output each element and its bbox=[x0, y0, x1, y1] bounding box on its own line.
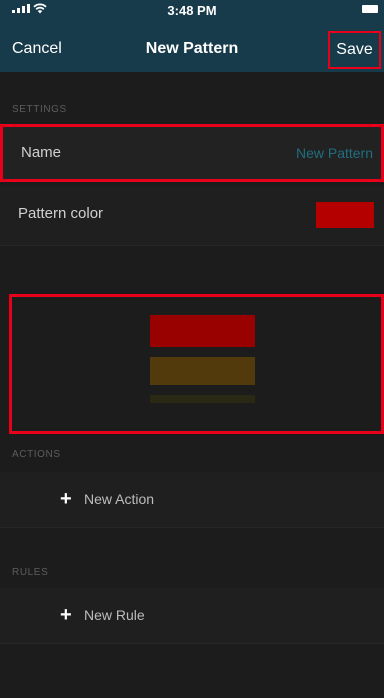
new-action-button[interactable]: + New Action bbox=[0, 472, 384, 528]
plus-icon: + bbox=[60, 488, 72, 510]
pattern-color-label: Pattern color bbox=[18, 205, 104, 222]
new-rule-label: New Rule bbox=[84, 607, 145, 623]
preview-bar-green bbox=[150, 395, 255, 403]
name-row[interactable]: Name New Pattern bbox=[0, 124, 384, 182]
save-button[interactable]: Save bbox=[328, 31, 381, 69]
rules-section-header: RULES bbox=[12, 567, 49, 578]
status-bar: 3:48 PM bbox=[0, 0, 384, 20]
preview-bar-orange bbox=[150, 357, 255, 385]
plus-icon: + bbox=[60, 604, 72, 626]
new-rule-button[interactable]: + New Rule bbox=[0, 588, 384, 644]
actions-section-header: ACTIONS bbox=[12, 449, 61, 460]
pattern-color-row[interactable]: Pattern color bbox=[0, 186, 384, 246]
name-input[interactable]: New Pattern bbox=[296, 145, 373, 161]
nav-header: 3:48 PM Cancel New Pattern Save bbox=[0, 0, 384, 72]
settings-section-header: SETTINGS bbox=[12, 104, 67, 115]
pattern-color-swatch[interactable] bbox=[316, 202, 374, 228]
name-label: Name bbox=[21, 144, 62, 161]
new-action-label: New Action bbox=[84, 491, 155, 507]
battery-icon bbox=[362, 5, 378, 13]
status-time: 3:48 PM bbox=[167, 3, 217, 18]
page-title: New Pattern bbox=[145, 40, 239, 57]
pattern-preview bbox=[9, 294, 384, 434]
preview-bar-red bbox=[150, 315, 255, 347]
